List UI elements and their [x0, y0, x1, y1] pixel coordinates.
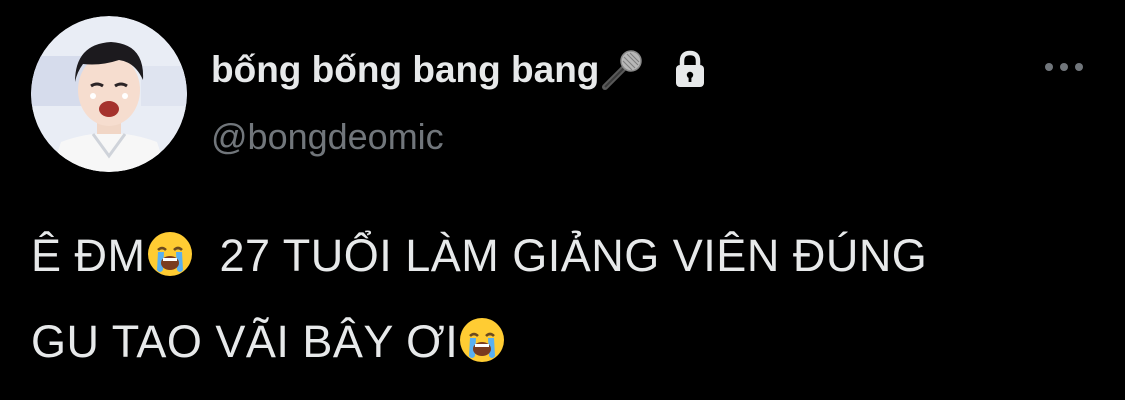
display-name[interactable]: bống bống bang bang: [211, 49, 599, 91]
tweet-text-segment: 27 TUỔI LÀM GIẢNG VIÊN ĐÚNG: [219, 230, 928, 281]
loudly-crying-face-emoji-icon: [146, 220, 194, 276]
tweet-text-line: GU TAO VÃI BÂY ƠI: [31, 299, 1101, 385]
tweet-text-segment: Ê ĐM: [31, 230, 146, 281]
avatar[interactable]: [31, 16, 187, 172]
user-handle[interactable]: @bongdeomic: [211, 116, 444, 158]
display-name-row: bống bống bang bang: [211, 42, 707, 98]
tweet-text: Ê ĐM 27 TUỔI LÀM GIẢNG VIÊN ĐÚNG GU TAO V…: [31, 213, 1101, 385]
loudly-crying-face-emoji-icon: [458, 306, 506, 362]
lock-icon: [673, 50, 707, 90]
avatar-image: [31, 16, 187, 172]
microphone-emoji-icon: [599, 47, 645, 93]
tweet-text-line: Ê ĐM 27 TUỔI LÀM GIẢNG VIÊN ĐÚNG: [31, 213, 1101, 299]
more-horizontal-icon: [1045, 63, 1083, 71]
tweet-text-segment: GU TAO VÃI BÂY ƠI: [31, 316, 459, 367]
tweet-card: bống bống bang bang @bongdeomic Ê ĐM 27 …: [0, 0, 1125, 400]
more-options-button[interactable]: [1036, 52, 1092, 82]
